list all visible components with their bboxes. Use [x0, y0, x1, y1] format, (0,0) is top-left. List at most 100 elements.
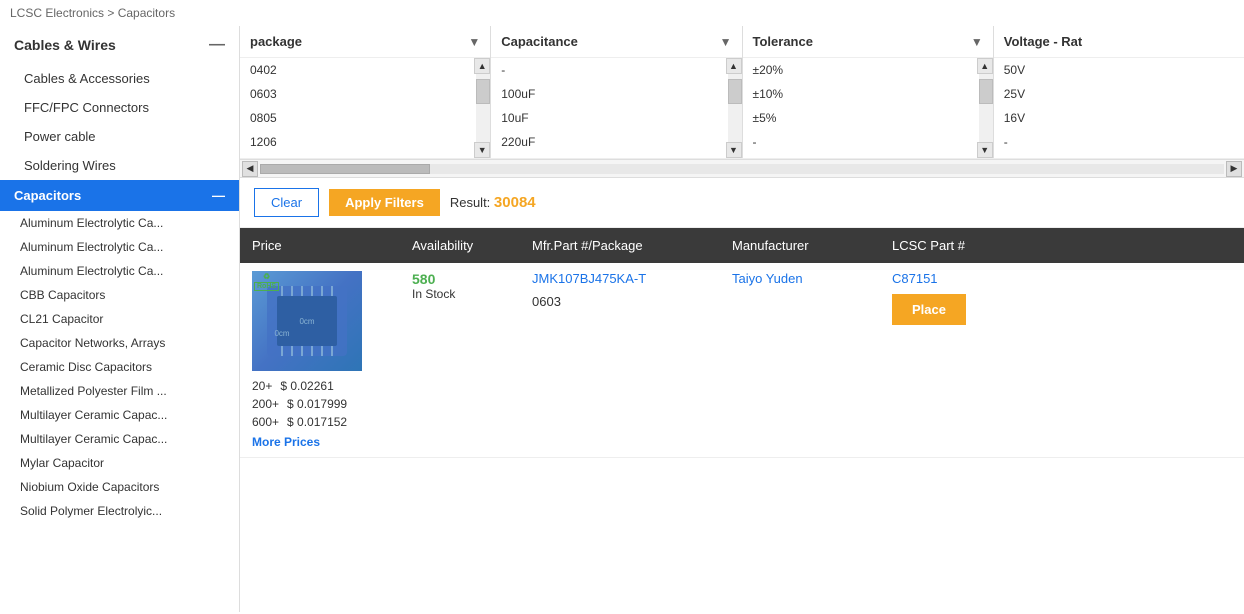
filter-capacitance-header: Capacitance ▼ [491, 26, 741, 58]
filter-capacitance-list: - 100uF 10uF 220uF 47uF [491, 58, 741, 158]
package-scroll-up-btn[interactable]: ▲ [474, 58, 490, 74]
filter-package-item-0402[interactable]: 0402 [240, 58, 474, 82]
sidebar-sub-cat-1[interactable]: Aluminum Electrolytic Ca... [0, 235, 239, 259]
filter-package-list: 0402 0603 0805 1206 0201 [240, 58, 490, 158]
sidebar-sub-cat-7[interactable]: Metallized Polyester Film ... [0, 379, 239, 403]
sidebar-item-cables-accessories[interactable]: Cables & Accessories [0, 64, 239, 93]
lcsc-part-link[interactable]: C87151 [892, 271, 938, 286]
filter-tolerance-header: Tolerance ▼ [743, 26, 993, 58]
capacitance-scroll-up-btn[interactable]: ▲ [726, 58, 742, 74]
h-scroll-left-btn[interactable]: ◀ [242, 161, 258, 177]
h-scroll-track [260, 164, 1224, 174]
filter-package-item-0805[interactable]: 0805 [240, 106, 474, 130]
sidebar-sub-cat-3[interactable]: CBB Capacitors [0, 283, 239, 307]
sidebar-sub-cat-12[interactable]: Solid Polymer Electrolyic... [0, 499, 239, 523]
filter-cap-item-dash[interactable]: - [491, 58, 725, 82]
package-chevron-icon: ▼ [468, 35, 480, 49]
collapse-active-icon: — [212, 188, 225, 203]
result-label: Result: 30084 [450, 194, 536, 211]
manufacturer-cell: Taiyo Yuden [720, 263, 880, 458]
results-table-container: Price Availability Mfr.Part #/Package Ma… [240, 228, 1244, 612]
part-number-link[interactable]: JMK107BJ475KA-T [532, 271, 646, 286]
tolerance-scroll-up-btn[interactable]: ▲ [977, 58, 993, 74]
result-count: 30084 [494, 194, 536, 211]
sidebar-category-cables-wires[interactable]: Cables & Wires — [0, 26, 239, 64]
price-row-0: 20+ $ 0.02261 [252, 377, 388, 395]
in-stock-label: In Stock [412, 287, 508, 301]
sidebar-sub-cat-4[interactable]: CL21 Capacitor [0, 307, 239, 331]
sidebar-item-power-cable[interactable]: Power cable [0, 122, 239, 151]
price-val-0: $ 0.02261 [280, 379, 333, 393]
tolerance-scrollbar-thumb [979, 79, 993, 104]
capacitance-scrollbar-thumb [728, 79, 742, 104]
sidebar-sub-cat-10[interactable]: Mylar Capacitor [0, 451, 239, 475]
filter-cap-item-100uf[interactable]: 100uF [491, 82, 725, 106]
col-header-mfr-part: Mfr.Part #/Package [520, 228, 720, 263]
sidebar-sub-cat-6[interactable]: Ceramic Disc Capacitors [0, 355, 239, 379]
filter-tolerance-list-container: ▲ ±20% ±10% ±5% - ±0.25pF ▼ [743, 58, 993, 158]
filter-row: package ▼ ▲ 0402 0603 0805 1206 0201 ▼ [240, 26, 1244, 159]
filter-package-item-1206[interactable]: 1206 [240, 130, 474, 154]
filter-section: package ▼ ▲ 0402 0603 0805 1206 0201 ▼ [240, 26, 1244, 178]
sidebar-sub-cat-2[interactable]: Aluminum Electrolytic Ca... [0, 259, 239, 283]
price-qty-1: 200+ [252, 397, 279, 411]
clear-button[interactable]: Clear [254, 188, 319, 217]
filter-volt-item-dash[interactable]: - [994, 130, 1244, 154]
horizontal-scrollbar: ◀ ▶ [240, 159, 1244, 177]
collapse-icon: — [209, 36, 225, 54]
filter-tol-item-10[interactable]: ±10% [743, 82, 977, 106]
filter-tol-item-dash[interactable]: - [743, 130, 977, 154]
sidebar-item-capacitors[interactable]: Capacitors — [0, 180, 239, 211]
h-scroll-right-btn[interactable]: ▶ [1226, 161, 1242, 177]
place-button[interactable]: Place [892, 294, 966, 325]
sidebar-item-soldering-wires[interactable]: Soldering Wires [0, 151, 239, 180]
more-prices-link[interactable]: More Prices [252, 435, 388, 449]
availability-count: 580 [412, 271, 508, 287]
filter-tol-item-5[interactable]: ±5% [743, 106, 977, 130]
filter-capacitance-list-container: ▲ - 100uF 10uF 220uF 47uF ▼ [491, 58, 741, 158]
sidebar-sub-cat-11[interactable]: Niobium Oxide Capacitors [0, 475, 239, 499]
filter-package-item-0201[interactable]: 0201 [240, 154, 474, 158]
svg-text:0cm: 0cm [299, 317, 314, 326]
sidebar-item-ffc-fpc[interactable]: FFC/FPC Connectors [0, 93, 239, 122]
filter-package-header: package ▼ [240, 26, 490, 58]
filter-tol-item-20[interactable]: ±20% [743, 58, 977, 82]
sidebar-sub-cat-0[interactable]: Aluminum Electrolytic Ca... [0, 211, 239, 235]
svg-text:0cm: 0cm [274, 329, 289, 338]
manufacturer-link[interactable]: Taiyo Yuden [732, 271, 803, 286]
filter-cap-item-10uf[interactable]: 10uF [491, 106, 725, 130]
price-cell: 0cm 0cm ♻ RoHS [240, 263, 400, 458]
filter-cap-item-47uf[interactable]: 47uF [491, 154, 725, 158]
product-image-svg: 0cm 0cm [262, 281, 352, 361]
filter-tolerance: Tolerance ▼ ▲ ±20% ±10% ±5% - ±0.25pF ▼ [743, 26, 994, 158]
price-qty-2: 600+ [252, 415, 279, 429]
col-header-availability: Availability [400, 228, 520, 263]
filter-volt-item-50v[interactable]: 50V [994, 58, 1244, 82]
results-table: Price Availability Mfr.Part #/Package Ma… [240, 228, 1244, 458]
price-row-1: 200+ $ 0.017999 [252, 395, 388, 413]
capacitance-scroll-down-btn[interactable]: ▼ [726, 142, 742, 158]
right-panel: package ▼ ▲ 0402 0603 0805 1206 0201 ▼ [240, 26, 1244, 612]
col-header-lcsc-part: LCSC Part # [880, 228, 1244, 263]
filter-volt-item-10v[interactable]: 10V [994, 154, 1244, 158]
sidebar-sub-cat-8[interactable]: Multilayer Ceramic Capac... [0, 403, 239, 427]
sidebar-sub-cat-5[interactable]: Capacitor Networks, Arrays [0, 331, 239, 355]
price-qty-0: 20+ [252, 379, 272, 393]
package-scroll-down-btn[interactable]: ▼ [474, 142, 490, 158]
capacitance-chevron-icon: ▼ [720, 35, 732, 49]
filter-package-list-container: ▲ 0402 0603 0805 1206 0201 ▼ [240, 58, 490, 158]
availability-cell: 580 In Stock [400, 263, 520, 458]
tolerance-scroll-down-btn[interactable]: ▼ [977, 142, 993, 158]
filter-volt-item-16v[interactable]: 16V [994, 106, 1244, 130]
sidebar-sub-cat-9[interactable]: Multilayer Ceramic Capac... [0, 427, 239, 451]
filter-voltage: Voltage - Rat 50V 25V 16V - 10V [994, 26, 1244, 158]
filter-package-item-0603[interactable]: 0603 [240, 82, 474, 106]
col-header-manufacturer: Manufacturer [720, 228, 880, 263]
filter-tol-item-025[interactable]: ±0.25pF [743, 154, 977, 158]
filter-volt-item-25v[interactable]: 25V [994, 82, 1244, 106]
apply-filters-button[interactable]: Apply Filters [329, 189, 440, 216]
h-scroll-thumb [260, 164, 430, 174]
filter-cap-item-220uf[interactable]: 220uF [491, 130, 725, 154]
filter-capacitance: Capacitance ▼ ▲ - 100uF 10uF 220uF 47uF … [491, 26, 742, 158]
product-thumbnail-wrapper: 0cm 0cm ♻ RoHS [252, 271, 388, 371]
